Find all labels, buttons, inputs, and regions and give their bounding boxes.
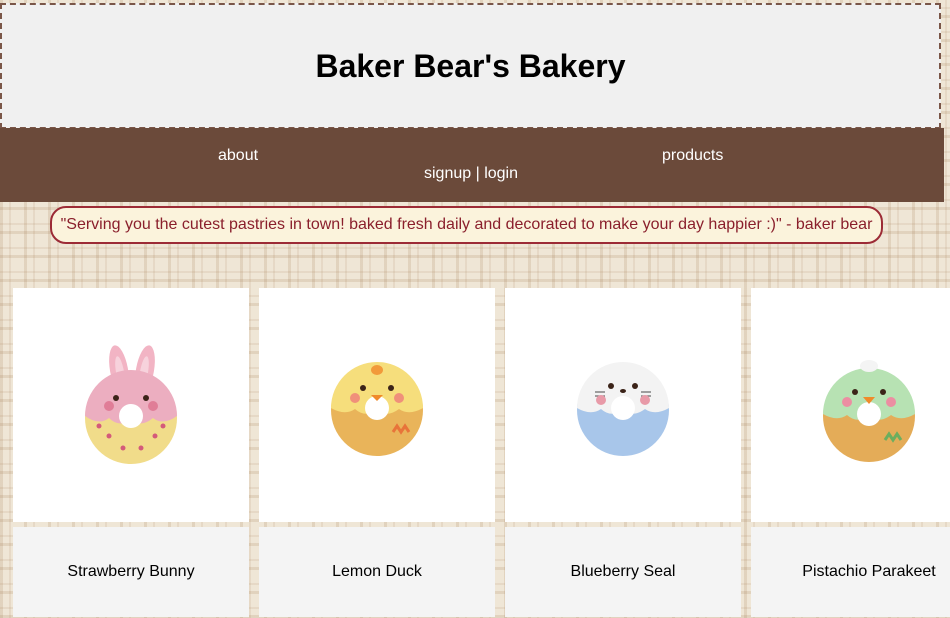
nav-about-link[interactable]: about (218, 147, 258, 165)
duck-donut-icon (331, 362, 423, 456)
product-image[interactable] (259, 288, 495, 522)
product-name[interactable]: Pistachio Parakeet (751, 527, 950, 617)
bunny-donut-icon (85, 345, 177, 464)
nav-products-link[interactable]: products (662, 147, 723, 165)
seal-donut-icon (577, 362, 669, 456)
site-header: Baker Bear's Bakery (0, 3, 941, 129)
parakeet-donut-icon (823, 360, 915, 462)
main-nav: about products signup | login (0, 128, 944, 202)
product-image[interactable] (505, 288, 741, 522)
product-name[interactable]: Blueberry Seal (505, 527, 741, 617)
site-title: Baker Bear's Bakery (315, 47, 626, 84)
product-card[interactable]: Pistachio Parakeet (751, 288, 950, 617)
product-card[interactable]: Strawberry Bunny (13, 288, 249, 617)
product-card[interactable]: Blueberry Seal (505, 288, 741, 617)
product-name[interactable]: Lemon Duck (259, 527, 495, 617)
tagline-quote: "Serving you the cutest pastries in town… (50, 206, 883, 244)
product-card[interactable]: Lemon Duck (259, 288, 495, 617)
product-image[interactable] (13, 288, 249, 522)
nav-signup-login-link[interactable]: signup | login (424, 165, 518, 183)
product-name[interactable]: Strawberry Bunny (13, 527, 249, 617)
product-image[interactable] (751, 288, 950, 522)
